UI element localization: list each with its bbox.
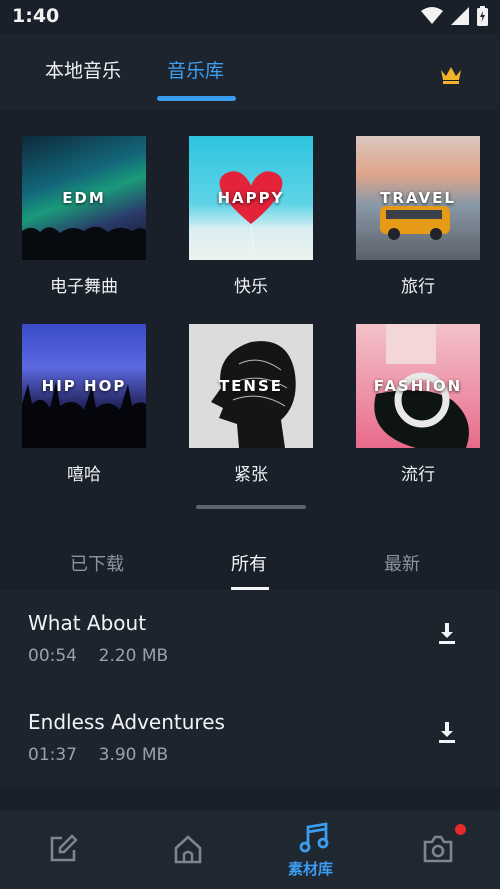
category-name: 嘻哈 [67, 465, 101, 485]
status-icons [421, 6, 488, 26]
category-card-happy[interactable]: HAPPY 快乐 [189, 136, 313, 297]
category-name: 电子舞曲 [50, 277, 118, 297]
song-title: Endless Adventures [28, 710, 225, 734]
bottom-nav: 素材库 [0, 810, 500, 889]
category-name: 流行 [401, 465, 435, 485]
category-name: 旅行 [401, 277, 435, 297]
list-item[interactable]: What About 00:54 2.20 MB [0, 590, 500, 689]
category-cover-image: HIP HOP [22, 324, 146, 448]
category-cover-text: FASHION [373, 377, 463, 395]
category-cover-image: TENSE [189, 324, 313, 448]
tab-downloaded[interactable]: 已下载 [70, 550, 124, 576]
battery-icon [477, 6, 488, 26]
list-item[interactable]: Endless Adventures 01:37 3.90 MB [0, 689, 500, 788]
cell-signal-icon [451, 7, 469, 25]
camera-icon[interactable] [422, 834, 454, 864]
tab-latest[interactable]: 最新 [384, 550, 420, 576]
notification-badge [455, 824, 466, 835]
category-cover-text: EDM [62, 189, 106, 207]
category-grid: EDM 电子舞曲 HAPPY 快乐 TRAVEL 旅行 HIP HOP 嘻哈 T… [0, 110, 500, 510]
song-meta: 01:37 3.90 MB [28, 745, 168, 765]
status-bar: 1:40 [0, 0, 500, 34]
category-card-fashion[interactable]: FASHION 流行 [356, 324, 480, 485]
wifi-icon [421, 7, 443, 24]
tab-music-library[interactable]: 音乐库 [167, 56, 224, 83]
category-card-edm[interactable]: EDM 电子舞曲 [22, 136, 146, 297]
category-card-tense[interactable]: TENSE 紧张 [189, 324, 313, 485]
song-duration: 00:54 [28, 646, 77, 666]
download-icon[interactable] [436, 621, 458, 645]
active-tab-indicator [157, 96, 236, 101]
category-card-travel[interactable]: TRAVEL 旅行 [356, 136, 480, 297]
category-card-hiphop[interactable]: HIP HOP 嘻哈 [22, 324, 146, 485]
category-cover-image: HAPPY [189, 136, 313, 260]
status-time: 1:40 [12, 5, 60, 27]
download-icon[interactable] [436, 720, 458, 744]
filter-tabs: 已下载 所有 最新 [0, 530, 500, 590]
music-note-icon[interactable] [299, 822, 329, 854]
category-cover-text: HAPPY [217, 189, 285, 207]
category-name: 快乐 [234, 277, 268, 297]
category-cover-image: TRAVEL [356, 136, 480, 260]
song-size: 2.20 MB [98, 646, 169, 666]
category-cover-text: HIP HOP [41, 377, 127, 395]
category-cover-image: FASHION [356, 324, 480, 448]
home-icon[interactable] [173, 834, 203, 864]
edit-icon[interactable] [48, 834, 78, 864]
song-title: What About [28, 611, 147, 635]
category-cover-text: TENSE [218, 377, 284, 395]
song-size: 3.90 MB [98, 745, 169, 765]
category-cover-text: TRAVEL [380, 189, 456, 207]
tab-local-music[interactable]: 本地音乐 [45, 56, 121, 83]
song-meta: 00:54 2.20 MB [28, 646, 168, 666]
song-duration: 01:37 [28, 745, 77, 765]
crown-icon[interactable] [440, 66, 462, 84]
top-tab-bar: 本地音乐 音乐库 [0, 34, 500, 110]
tab-all[interactable]: 所有 [231, 550, 267, 576]
drag-handle[interactable] [196, 505, 306, 509]
category-cover-image: EDM [22, 136, 146, 260]
category-name: 紧张 [234, 465, 268, 485]
nav-label-library[interactable]: 素材库 [288, 858, 333, 879]
